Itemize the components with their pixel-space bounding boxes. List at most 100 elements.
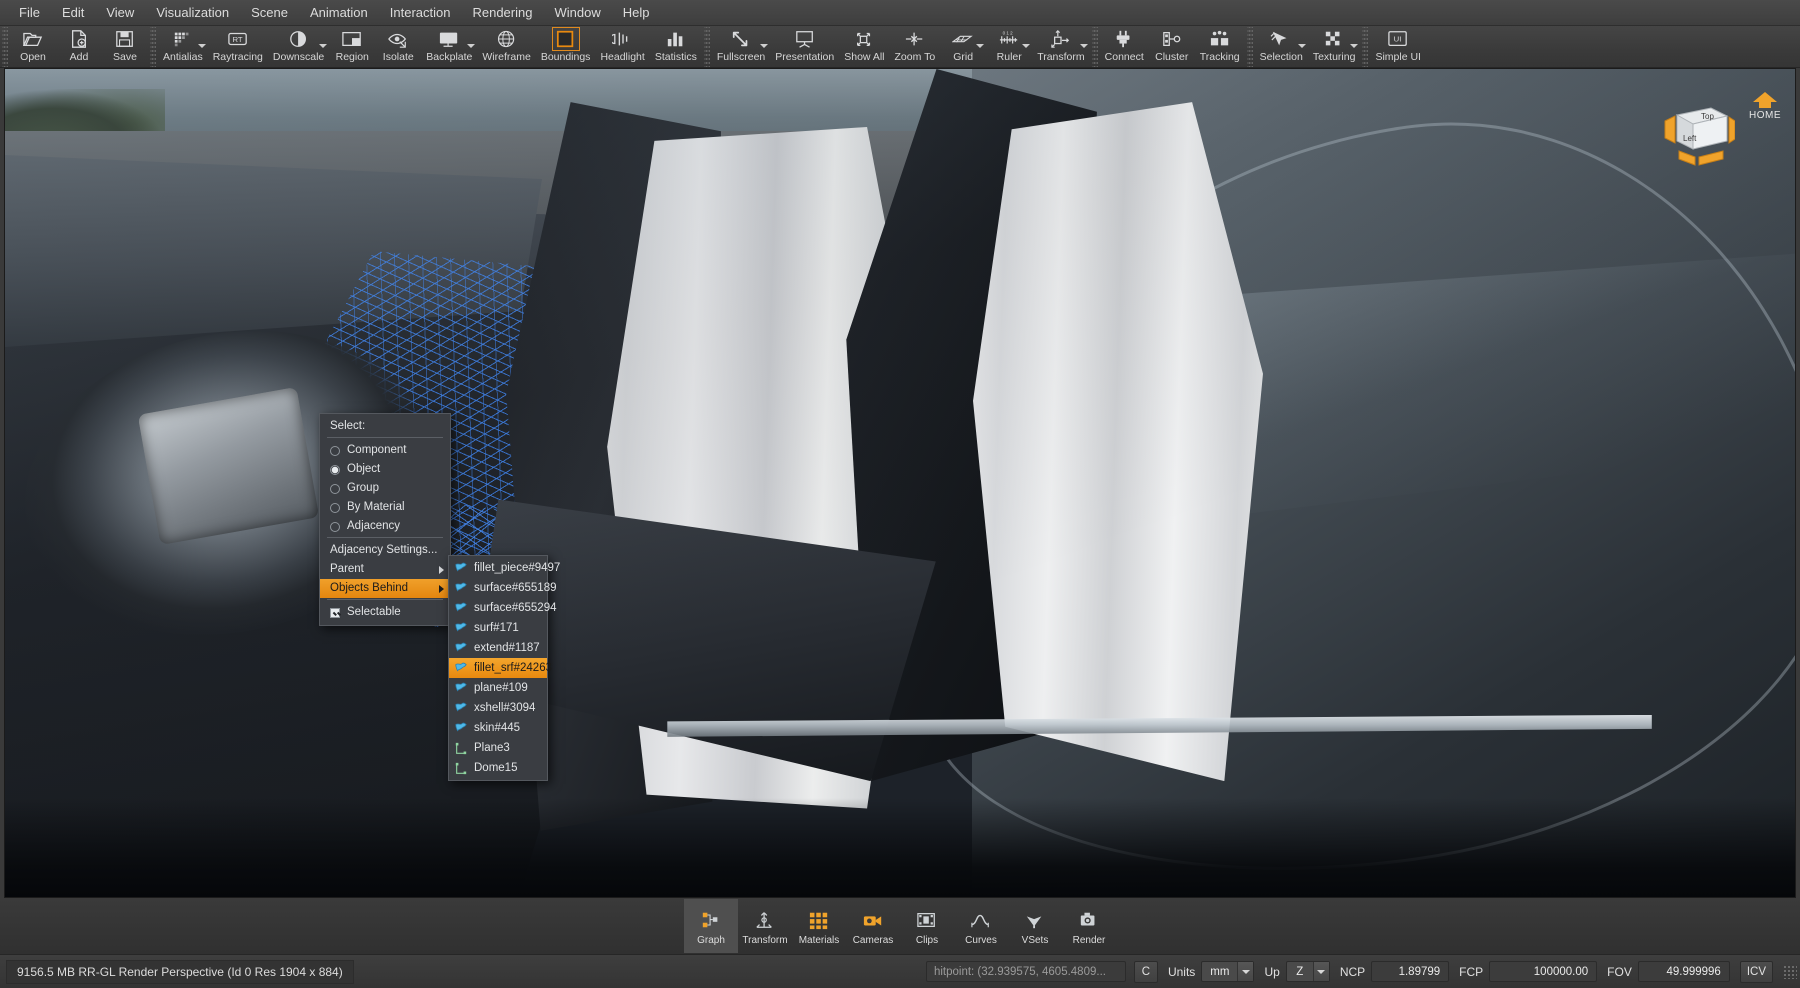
radio-icon[interactable] xyxy=(330,503,340,513)
toolbar-button-grid[interactable]: Grid xyxy=(940,26,986,67)
objects-behind-submenu[interactable]: fillet_piece#9497surface#655189surface#6… xyxy=(448,555,548,781)
toolbar-button-presentation[interactable]: Presentation xyxy=(770,26,839,67)
dock-button-transform[interactable]: Transform xyxy=(738,899,792,953)
select-mode-object[interactable]: Object xyxy=(320,460,450,479)
icv-button[interactable]: ICV xyxy=(1740,961,1773,983)
chevron-down-icon[interactable] xyxy=(1080,44,1088,48)
submenu-item[interactable]: extend#1187 xyxy=(449,638,547,658)
select-mode-component[interactable]: Component xyxy=(320,441,450,460)
submenu-item[interactable]: fillet_piece#9497 xyxy=(449,558,547,578)
radio-icon[interactable] xyxy=(330,465,340,475)
context-action-objects-behind[interactable]: Objects Behind xyxy=(320,579,450,598)
radio-icon[interactable] xyxy=(330,522,340,532)
submenu-item[interactable]: surf#171 xyxy=(449,618,547,638)
toolbar-button-add[interactable]: Add xyxy=(56,26,102,67)
toolbar-button-region[interactable]: Region xyxy=(329,26,375,67)
chevron-down-icon[interactable] xyxy=(319,44,327,48)
toolbar-grip-2[interactable] xyxy=(704,27,710,67)
hitpoint-field[interactable]: hitpoint: (32.939575, 4605.4809... xyxy=(926,961,1126,982)
dock-button-vsets[interactable]: VSets xyxy=(1008,899,1062,953)
chevron-down-icon[interactable] xyxy=(1022,44,1030,48)
toolbar-button-boundings[interactable]: Boundings xyxy=(536,26,596,67)
toolbar-button-downscale[interactable]: Downscale xyxy=(268,26,329,67)
submenu-item[interactable]: Plane3 xyxy=(449,738,547,758)
toolbar-button-save[interactable]: Save xyxy=(102,26,148,67)
dock-button-render[interactable]: Render xyxy=(1062,899,1116,953)
toolbar-button-antialias[interactable]: Antialias xyxy=(158,26,208,67)
chevron-down-icon[interactable] xyxy=(198,44,206,48)
submenu-item[interactable]: skin#445 xyxy=(449,718,547,738)
toolbar-button-cluster[interactable]: Cluster xyxy=(1149,26,1195,67)
toolbar-button-show-all[interactable]: Show All xyxy=(839,26,889,67)
submenu-item[interactable]: surface#655294 xyxy=(449,598,547,618)
units-select[interactable]: mm xyxy=(1201,961,1254,982)
select-mode-by-material[interactable]: By Material xyxy=(320,498,450,517)
menu-item-scene[interactable]: Scene xyxy=(240,1,299,25)
toolbar-button-wireframe[interactable]: Wireframe xyxy=(477,26,535,67)
fcp-input[interactable]: 100000.00 xyxy=(1489,961,1597,982)
dock-button-graph[interactable]: Graph xyxy=(684,899,738,953)
dock-button-curves[interactable]: Curves xyxy=(954,899,1008,953)
home-icon[interactable] xyxy=(1752,91,1778,109)
chevron-down-icon[interactable] xyxy=(1350,44,1358,48)
submenu-item[interactable]: plane#109 xyxy=(449,678,547,698)
menu-item-rendering[interactable]: Rendering xyxy=(461,1,543,25)
select-mode-group[interactable]: Group xyxy=(320,479,450,498)
coordinate-toggle-button[interactable]: C xyxy=(1134,961,1158,983)
toolbar-button-fullscreen[interactable]: Fullscreen xyxy=(712,26,770,67)
selectable-checkbox[interactable] xyxy=(330,608,340,618)
menu-item-view[interactable]: View xyxy=(95,1,145,25)
toolbar-grip-0[interactable] xyxy=(2,27,8,67)
submenu-item[interactable]: surface#655189 xyxy=(449,578,547,598)
toolbar-button-transform[interactable]: Transform xyxy=(1032,26,1089,67)
toolbar-grip-3[interactable] xyxy=(1092,27,1098,67)
radio-icon[interactable] xyxy=(330,484,340,494)
toolbar-button-raytracing[interactable]: RTRaytracing xyxy=(208,26,268,67)
toolbar-button-selection[interactable]: Selection xyxy=(1255,26,1308,67)
fov-input[interactable]: 49.999996 xyxy=(1638,961,1730,982)
chevron-down-icon[interactable] xyxy=(760,44,768,48)
context-action-parent[interactable]: Parent xyxy=(320,560,450,579)
toolbar-button-simple-ui[interactable]: UISimple UI xyxy=(1370,26,1426,67)
select-mode-adjacency[interactable]: Adjacency xyxy=(320,517,450,536)
3d-viewport[interactable]: Top Left HOME Select: ComponentObjectGro… xyxy=(4,68,1796,898)
toolbar-grip-4[interactable] xyxy=(1247,27,1253,67)
toolbar-button-connect[interactable]: Connect xyxy=(1100,26,1149,67)
toolbar-button-statistics[interactable]: Statistics xyxy=(650,26,702,67)
up-axis-select[interactable]: Z xyxy=(1286,961,1330,982)
submenu-item[interactable]: fillet_srf#24263 xyxy=(449,658,547,678)
context-action-adjacency-settings[interactable]: Adjacency Settings... xyxy=(320,541,450,560)
chevron-down-icon[interactable] xyxy=(467,44,475,48)
menu-item-window[interactable]: Window xyxy=(543,1,611,25)
dock-button-materials[interactable]: Materials xyxy=(792,899,846,953)
selectable-checkbox-row[interactable]: Selectable xyxy=(320,603,450,622)
toolbar-button-zoom-to[interactable]: Zoom To xyxy=(890,26,941,67)
menu-item-file[interactable]: File xyxy=(8,1,51,25)
submenu-item[interactable]: Dome15 xyxy=(449,758,547,778)
select-context-menu[interactable]: Select: ComponentObjectGroupBy MaterialA… xyxy=(319,413,451,626)
toolbar-button-open[interactable]: Open xyxy=(10,26,56,67)
menu-item-help[interactable]: Help xyxy=(612,1,661,25)
resize-grip[interactable] xyxy=(1783,965,1797,979)
radio-icon[interactable] xyxy=(330,446,340,456)
menu-item-visualization[interactable]: Visualization xyxy=(145,1,240,25)
toolbar-button-texturing[interactable]: Texturing xyxy=(1308,26,1361,67)
toolbar-grip-5[interactable] xyxy=(1362,27,1368,67)
toolbar-button-backplate[interactable]: Backplate xyxy=(421,26,477,67)
toolbar-button-headlight[interactable]: Headlight xyxy=(595,26,649,67)
menu-item-edit[interactable]: Edit xyxy=(51,1,95,25)
toolbar-grip-1[interactable] xyxy=(150,27,156,67)
ncp-input[interactable]: 1.89799 xyxy=(1371,961,1449,982)
units-dropdown-arrow[interactable] xyxy=(1237,962,1253,981)
menu-item-animation[interactable]: Animation xyxy=(299,1,379,25)
submenu-item[interactable]: xshell#3094 xyxy=(449,698,547,718)
navcube-icon[interactable]: Top Left xyxy=(1659,99,1735,171)
toolbar-button-isolate[interactable]: Isolate xyxy=(375,26,421,67)
toolbar-button-tracking[interactable]: Tracking xyxy=(1195,26,1245,67)
chevron-down-icon[interactable] xyxy=(1298,44,1306,48)
chevron-down-icon[interactable] xyxy=(976,44,984,48)
home-view-button[interactable]: HOME xyxy=(1743,91,1787,121)
dock-button-cameras[interactable]: Cameras xyxy=(846,899,900,953)
menu-item-interaction[interactable]: Interaction xyxy=(379,1,462,25)
view-navigation-cube[interactable]: Top Left xyxy=(1659,99,1735,171)
